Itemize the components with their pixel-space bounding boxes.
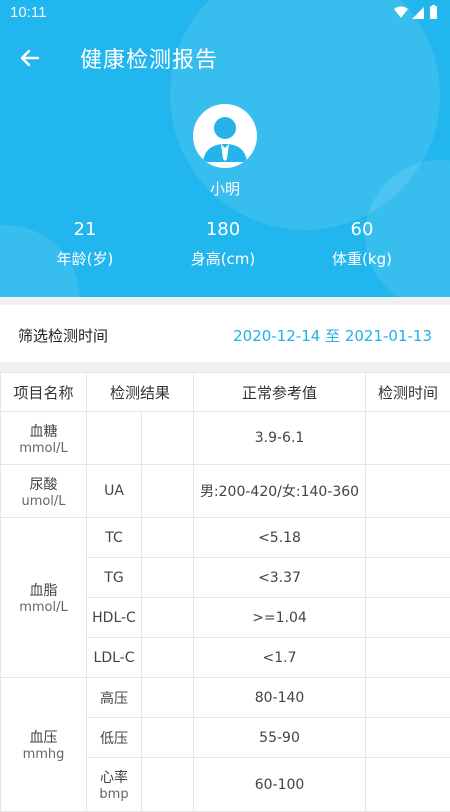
result-cell bbox=[142, 598, 194, 638]
result-cell bbox=[142, 638, 194, 678]
back-button[interactable] bbox=[14, 42, 46, 74]
stat-height: 180 身高(cm) bbox=[163, 219, 283, 269]
time-cell bbox=[366, 638, 450, 678]
avatar bbox=[193, 104, 257, 168]
reference-cell: <1.7 bbox=[194, 638, 366, 678]
user-icon bbox=[193, 104, 257, 168]
sub-item-cell: LDL-C bbox=[87, 638, 142, 678]
item-unit: umol/L bbox=[1, 494, 86, 509]
reference-cell: <3.37 bbox=[194, 558, 366, 598]
sub-item-cell: TG bbox=[87, 558, 142, 598]
result-cell bbox=[142, 465, 194, 518]
reference-cell: 3.9-6.1 bbox=[194, 412, 366, 465]
stat-value: 21 bbox=[25, 219, 145, 240]
item-name: 血压 bbox=[30, 730, 58, 746]
header-time: 检测时间 bbox=[366, 373, 450, 412]
result-cell bbox=[142, 758, 194, 812]
table-header-row: 项目名称 检测结果 正常参考值 检测时间 bbox=[1, 373, 450, 412]
header-item-name: 项目名称 bbox=[1, 373, 87, 412]
item-name: 血糖 bbox=[30, 424, 58, 440]
table-row: 血压 mmhg 高压 80-140 bbox=[1, 678, 450, 718]
time-cell bbox=[366, 412, 450, 465]
table-row: 尿酸 umol/L UA 男:200-420/女:140-360 bbox=[1, 465, 450, 518]
reference-cell: >=1.04 bbox=[194, 598, 366, 638]
stat-label: 体重(kg) bbox=[302, 248, 422, 269]
sub-item-cell: HDL-C bbox=[87, 598, 142, 638]
page-title: 健康检测报告 bbox=[80, 42, 218, 74]
divider bbox=[0, 362, 450, 372]
item-unit: mmol/L bbox=[1, 441, 86, 456]
item-cell: 血压 mmhg bbox=[1, 678, 87, 812]
health-report-table: 项目名称 检测结果 正常参考值 检测时间 血糖 mmol/L 3.9-6.1 尿… bbox=[0, 372, 450, 812]
stat-label: 身高(cm) bbox=[163, 248, 283, 269]
item-unit: mmhg bbox=[1, 747, 86, 762]
reference-cell: 60-100 bbox=[194, 758, 366, 812]
sub-item-cell: 高压 bbox=[87, 678, 142, 718]
reference-cell: 80-140 bbox=[194, 678, 366, 718]
status-time: 10:11 bbox=[10, 4, 46, 21]
filter-label: 筛选检测时间 bbox=[18, 325, 108, 346]
stat-value: 60 bbox=[302, 219, 422, 240]
time-cell bbox=[366, 718, 450, 758]
user-name: 小明 bbox=[0, 178, 450, 199]
result-cell bbox=[87, 412, 142, 465]
sub-item-name: 心率 bbox=[100, 770, 128, 786]
arrow-left-icon bbox=[14, 42, 46, 74]
date-filter-row[interactable]: 筛选检测时间 2020-12-14 至 2021-01-13 bbox=[0, 297, 450, 372]
result-cell bbox=[142, 412, 194, 465]
status-bar: 10:11 bbox=[0, 0, 450, 26]
profile-header: 10:11 健康检测报告 小明 21 年龄(岁) 180 身高(cm) bbox=[0, 0, 450, 297]
divider bbox=[0, 297, 450, 305]
table-row: 血脂 mmol/L TC <5.18 bbox=[1, 518, 450, 558]
header-reference: 正常参考值 bbox=[194, 373, 366, 412]
item-name: 血脂 bbox=[30, 583, 58, 599]
result-cell bbox=[142, 678, 194, 718]
item-name: 尿酸 bbox=[30, 477, 58, 493]
time-cell bbox=[366, 678, 450, 718]
wifi-signal-battery-icon bbox=[392, 5, 442, 21]
stat-weight: 60 体重(kg) bbox=[302, 219, 422, 269]
stat-age: 21 年龄(岁) bbox=[25, 219, 145, 269]
item-unit: mmol/L bbox=[1, 600, 86, 615]
header-result: 检测结果 bbox=[87, 373, 194, 412]
status-icons bbox=[392, 5, 442, 25]
reference-cell: 男:200-420/女:140-360 bbox=[194, 465, 366, 518]
stat-value: 180 bbox=[163, 219, 283, 240]
result-cell bbox=[142, 558, 194, 598]
item-cell: 尿酸 umol/L bbox=[1, 465, 87, 518]
item-cell: 血脂 mmol/L bbox=[1, 518, 87, 678]
sub-item-cell: 低压 bbox=[87, 718, 142, 758]
reference-cell: 55-90 bbox=[194, 718, 366, 758]
sub-item-cell: 心率 bmp bbox=[87, 758, 142, 812]
time-cell bbox=[366, 598, 450, 638]
time-cell bbox=[366, 465, 450, 518]
sub-item-cell: TC bbox=[87, 518, 142, 558]
stat-label: 年龄(岁) bbox=[25, 248, 145, 269]
time-cell bbox=[366, 758, 450, 812]
sub-item-cell: UA bbox=[87, 465, 142, 518]
item-cell: 血糖 mmol/L bbox=[1, 412, 87, 465]
date-range-picker[interactable]: 2020-12-14 至 2021-01-13 bbox=[233, 325, 432, 346]
reference-cell: <5.18 bbox=[194, 518, 366, 558]
result-cell bbox=[142, 718, 194, 758]
time-cell bbox=[366, 558, 450, 598]
table-row: 血糖 mmol/L 3.9-6.1 bbox=[1, 412, 450, 465]
result-cell bbox=[142, 518, 194, 558]
time-cell bbox=[366, 518, 450, 558]
